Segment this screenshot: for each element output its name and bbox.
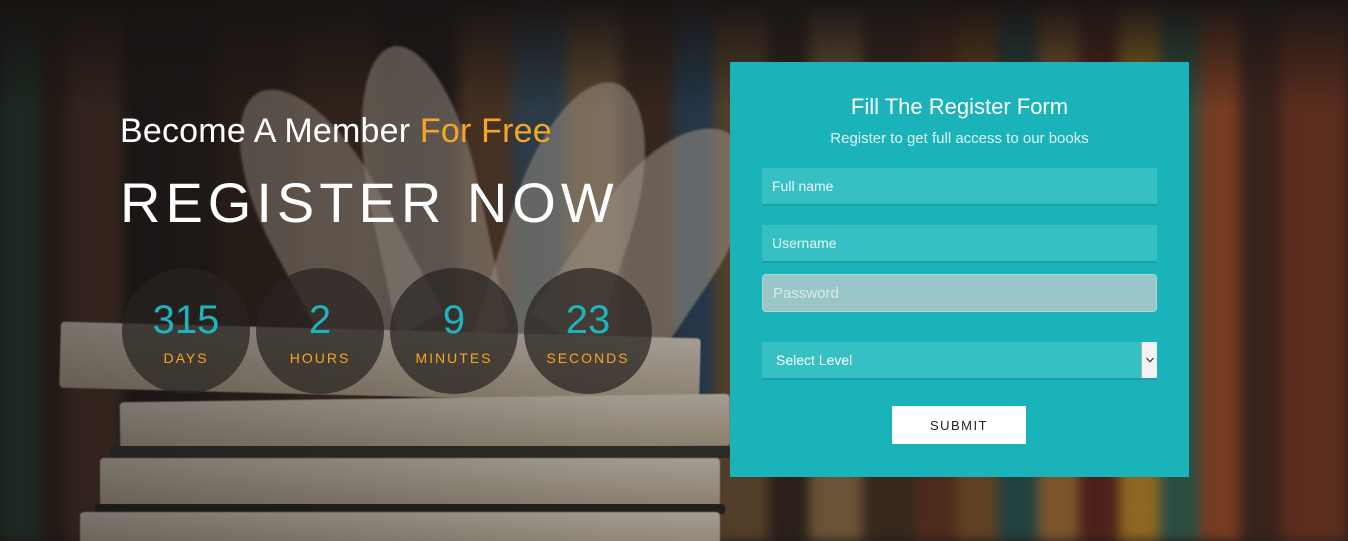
countdown-hours: 2 HOURS [256,268,384,394]
chevron-down-icon[interactable] [1141,342,1157,378]
countdown-seconds-label: SECONDS [546,350,630,366]
level-select[interactable]: Select Level [762,342,1157,380]
form-title: Fill The Register Form [850,94,1069,119]
username-input[interactable] [762,225,1157,263]
password-input[interactable] [762,274,1157,312]
fullname-input[interactable] [762,168,1157,206]
hero-title: REGISTER NOW [120,171,619,234]
hero-subtitle-accent: For Free [419,112,552,150]
countdown-hours-label: HOURS [289,350,351,366]
countdown-minutes: 9 MINUTES [390,268,518,394]
countdown-minutes-value: 9 [442,298,466,342]
register-form: Fill The Register Form Register to get f… [730,62,1189,477]
countdown-minutes-label: MINUTES [415,350,493,366]
countdown-days-value: 315 [152,298,220,342]
level-select-value: Select Level [776,352,853,368]
hero-subtitle: Become A Member For Free [120,112,552,151]
countdown-timer: 315 DAYS 2 HOURS 9 MINUTES 23 SECONDS [122,268,658,394]
hero-subtitle-main: Become A Member [120,112,411,150]
countdown-seconds-value: 23 [565,298,611,342]
countdown-days-label: DAYS [163,350,209,366]
submit-button[interactable]: SUBMIT [892,406,1026,444]
countdown-days: 315 DAYS [122,268,250,394]
form-subtitle: Register to get full access to our books [830,130,1089,147]
countdown-hours-value: 2 [308,298,332,342]
countdown-seconds: 23 SECONDS [524,268,652,394]
